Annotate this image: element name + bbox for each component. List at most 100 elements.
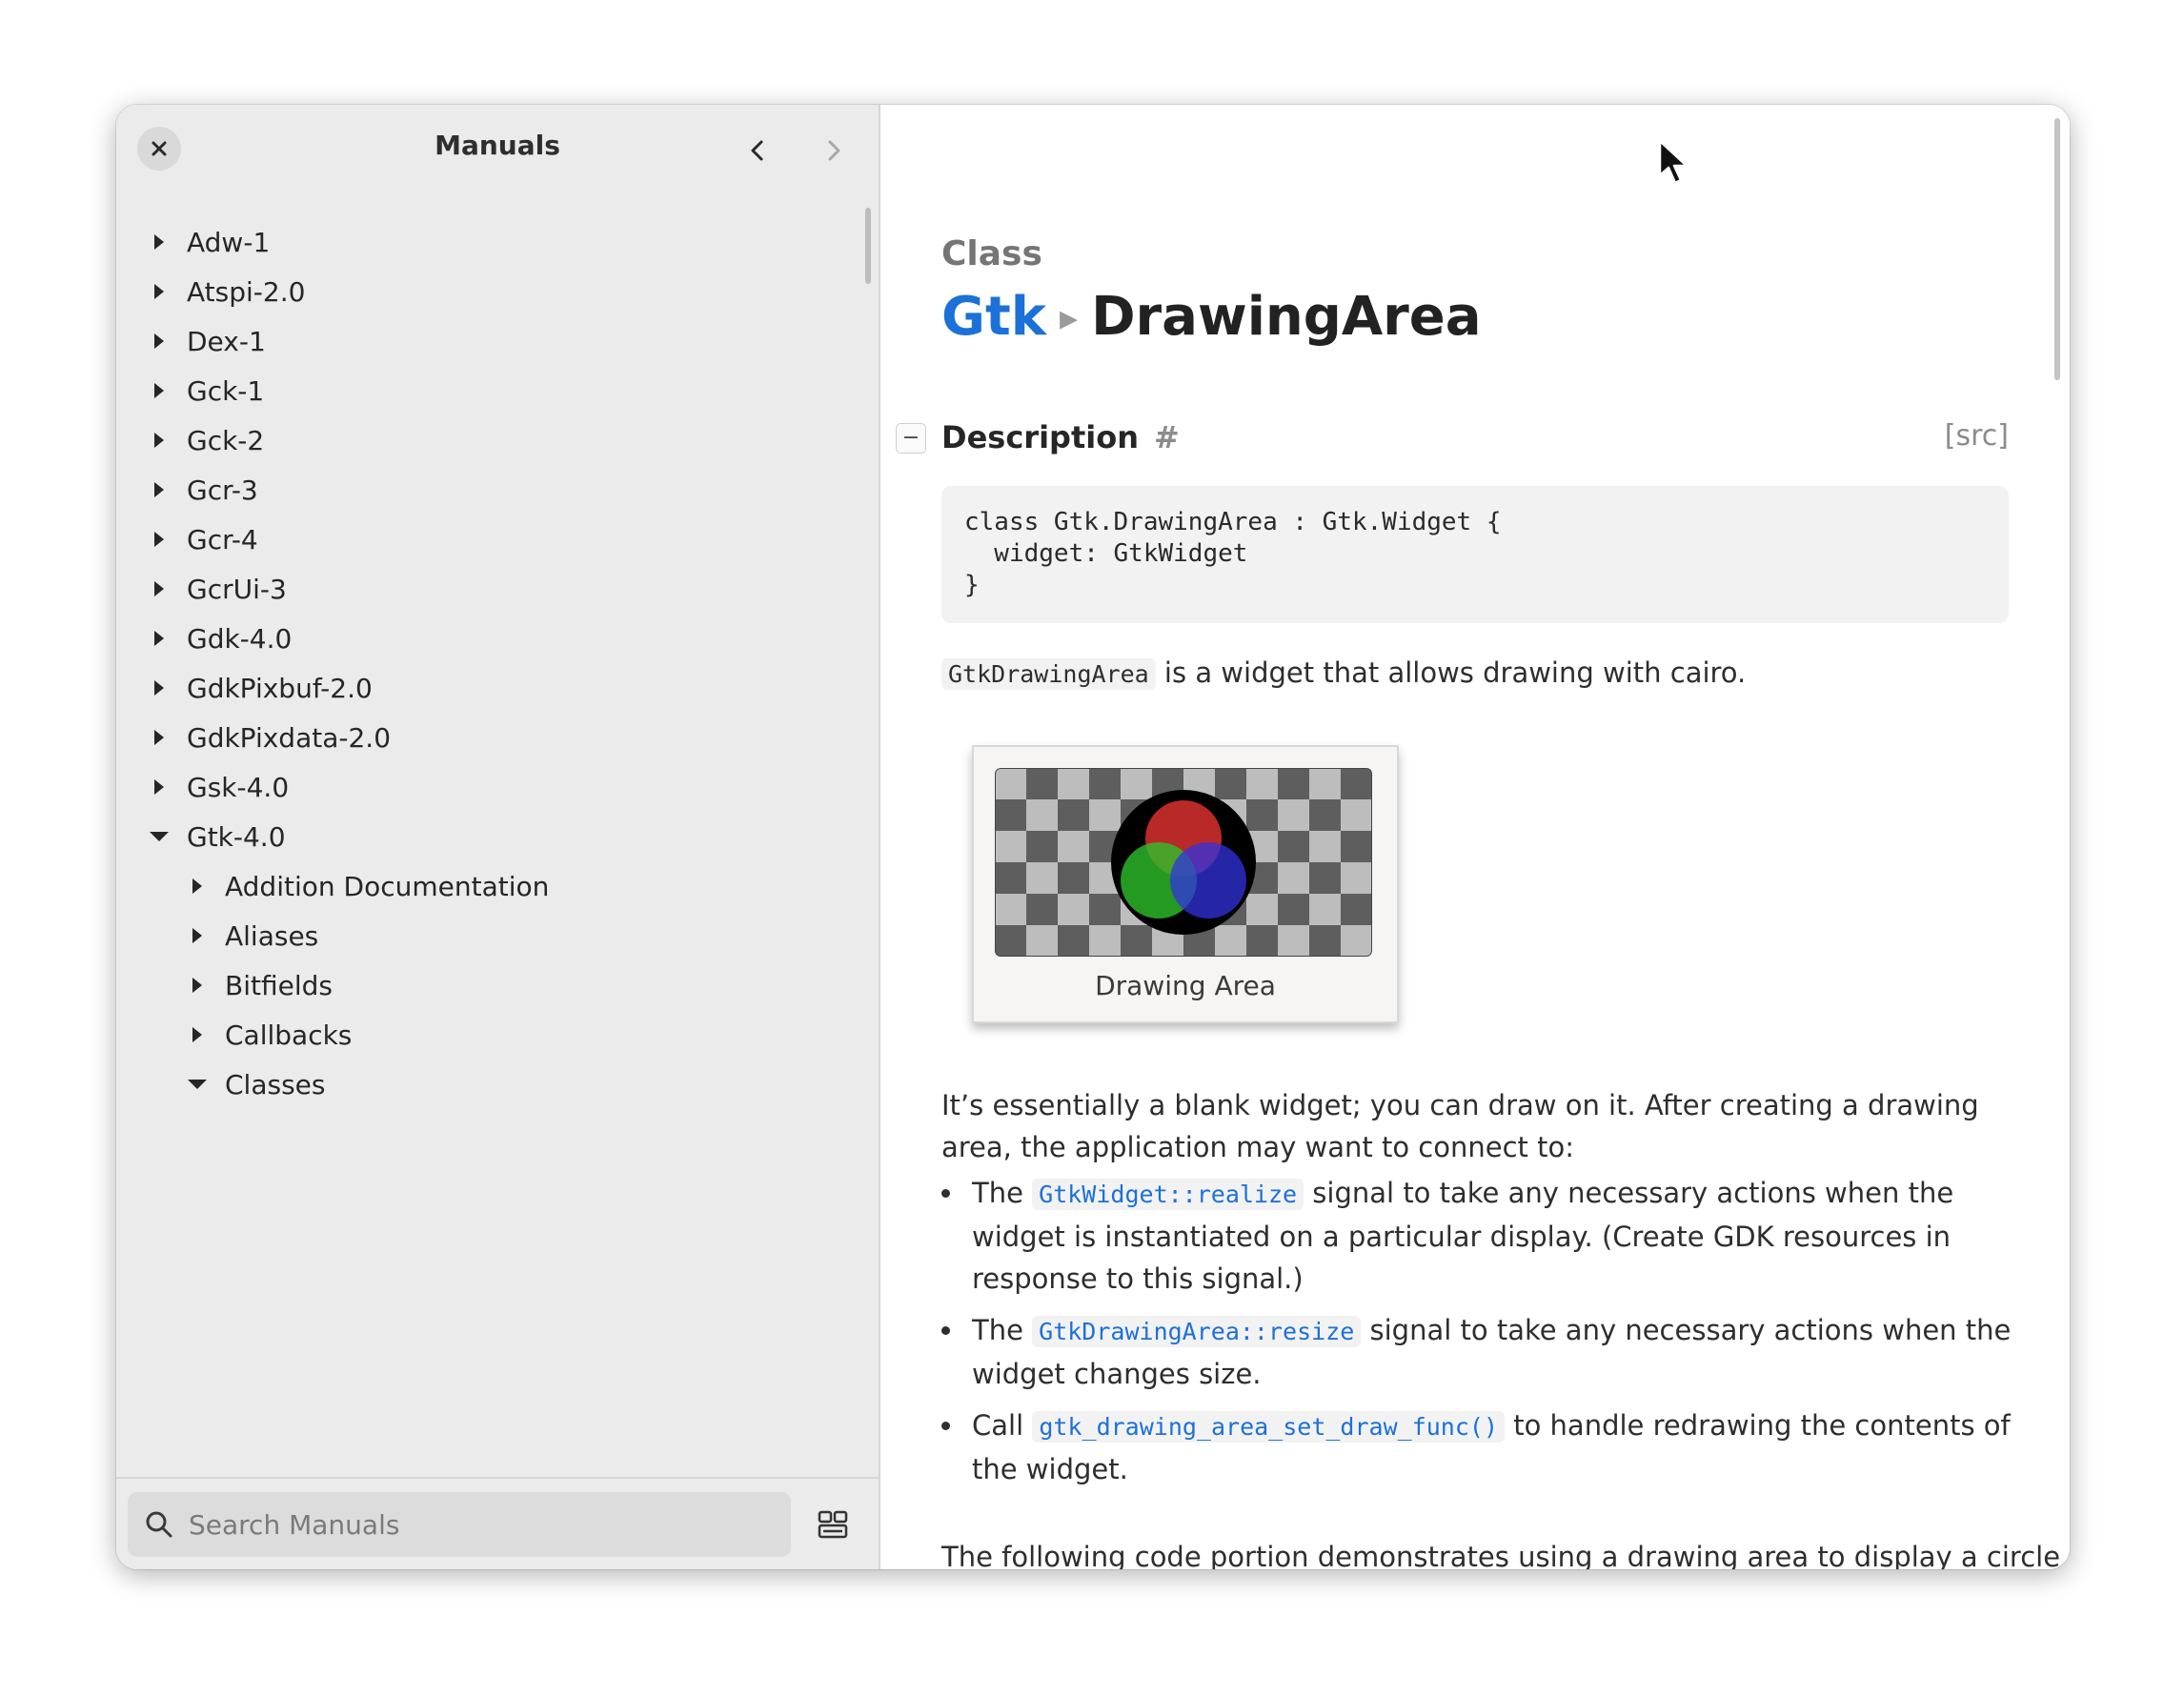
tree-item-label: Bitfields (225, 969, 333, 1001)
tree-item[interactable]: Addition Documentation (183, 858, 549, 915)
tree-item-label: Aliases (225, 919, 319, 952)
tree-item[interactable]: Bitfields (183, 957, 333, 1014)
tree-item[interactable]: Gcr-4 (145, 511, 258, 568)
expander-right-icon[interactable] (183, 1020, 212, 1049)
tree-item[interactable]: Gcr-3 (145, 461, 258, 518)
expander-right-icon[interactable] (145, 277, 173, 306)
class-name: DrawingArea (1091, 286, 1482, 348)
forward-button[interactable] (810, 128, 856, 173)
sidebar-scrollbar[interactable] (865, 208, 871, 284)
chevron-right-icon (828, 140, 840, 161)
tree-item-label: Gck-2 (187, 424, 265, 456)
layout-toggle-button[interactable] (812, 1504, 854, 1545)
expander-right-icon[interactable] (145, 228, 173, 256)
tree-item-label: Gtk-4.0 (187, 820, 286, 853)
breadcrumb-separator: ▸ (1059, 295, 1079, 338)
tree-item[interactable]: GcrUi-3 (145, 560, 287, 617)
expander-right-icon[interactable] (145, 475, 173, 504)
expander-right-icon[interactable] (145, 327, 173, 355)
tree-item-label: Gcr-4 (187, 523, 258, 555)
tree-item-label: Gdk-4.0 (187, 622, 293, 655)
tree-item-label: Gcr-3 (187, 474, 258, 506)
tree-item[interactable]: Adw-1 (145, 213, 270, 271)
expander-right-icon[interactable] (145, 525, 173, 554)
api-link[interactable]: GtkDrawingArea::resize (1032, 1316, 1362, 1347)
figure-caption: Drawing Area (1095, 970, 1276, 1001)
paragraph: It’s essentially a blank widget; you can… (941, 1089, 1979, 1163)
section-title: Description # (941, 419, 1180, 455)
expander-right-icon[interactable] (145, 723, 173, 752)
expander-right-icon[interactable] (145, 426, 173, 454)
drawing-area-figure: Drawing Area (972, 745, 1399, 1023)
intro-paragraph: GtkDrawingArea is a widget that allows d… (941, 652, 2018, 696)
signal-list: The GtkWidget::realize signal to take an… (941, 1172, 2018, 1500)
tree-item-label: Gsk-4.0 (187, 771, 290, 803)
tree-item-label: Callbacks (225, 1019, 353, 1051)
expander-right-icon[interactable] (145, 674, 173, 702)
page-title: Gtk ▸ DrawingArea (941, 286, 1482, 348)
tree-item-label: GdkPixdata-2.0 (187, 721, 392, 754)
sidebar-header: Manuals (116, 105, 879, 192)
list-item: The GtkWidget::realize signal to take an… (941, 1172, 2018, 1300)
expander-right-icon[interactable] (183, 971, 212, 999)
paragraph: The following code portion demonstrates … (941, 1541, 2070, 1569)
search-icon (146, 1511, 172, 1538)
sidebar: Manuals Adw-1 Atspi-2.0 Dex-1 Gck-1 Gck-… (116, 105, 880, 1569)
mouse-pointer-icon (1658, 139, 1689, 185)
section-title-text: Description (941, 419, 1139, 455)
tree-item[interactable]: GdkPixbuf-2.0 (145, 659, 373, 717)
list-item-text: Call (972, 1409, 1033, 1442)
tree-item[interactable]: Dex-1 (145, 313, 266, 370)
tree-item-label: Atspi-2.0 (187, 275, 306, 308)
content-scrollbar[interactable] (2054, 118, 2060, 380)
api-link[interactable]: GtkWidget::realize (1032, 1179, 1304, 1210)
list-item-text: The (972, 1177, 1033, 1209)
tree-item[interactable]: Callbacks (183, 1006, 352, 1063)
tree-item[interactable]: Aliases (183, 907, 318, 964)
expander-down-icon[interactable] (145, 822, 173, 851)
code-block: class Gtk.DrawingArea : Gtk.Widget { wid… (941, 486, 2009, 623)
symbol-kind: Class (941, 234, 1042, 273)
tree-item[interactable]: Gsk-4.0 (145, 758, 289, 816)
tree-item-label: Classes (225, 1068, 326, 1100)
tree-item-expanded[interactable]: Gtk-4.0 (145, 808, 286, 865)
expander-right-icon[interactable] (183, 921, 212, 950)
tree-item-label: GcrUi-3 (187, 573, 287, 605)
tree-item-label: Adw-1 (187, 226, 271, 258)
tree-item-label: GdkPixbuf-2.0 (187, 672, 373, 704)
list-item-text: The (972, 1314, 1033, 1346)
content-view: Class Gtk ▸ DrawingArea − Description # … (880, 105, 2070, 1569)
list-item: The GtkDrawingArea::resize signal to tak… (941, 1309, 2018, 1395)
section-collapse-button[interactable]: − (896, 423, 926, 454)
rgb-circles-image (1111, 790, 1256, 935)
source-link[interactable]: [src] (1945, 419, 2009, 453)
search-box[interactable] (128, 1492, 791, 1557)
namespace-link[interactable]: Gtk (941, 286, 1046, 348)
search-input[interactable] (187, 1507, 762, 1542)
inline-code: GtkDrawingArea (941, 658, 1156, 690)
manuals-tree: Adw-1 Atspi-2.0 Dex-1 Gck-1 Gck-2 Gcr-3 … (116, 192, 869, 1477)
view-layout-icon (818, 1510, 848, 1539)
tree-item[interactable]: Gck-2 (145, 412, 264, 469)
expander-right-icon[interactable] (145, 773, 173, 801)
tree-item[interactable]: Gck-1 (145, 362, 264, 419)
list-item: Call gtk_drawing_area_set_draw_func() to… (941, 1404, 2018, 1490)
tree-item[interactable]: Atspi-2.0 (145, 263, 305, 320)
api-link[interactable]: gtk_drawing_area_set_draw_func() (1032, 1411, 1505, 1443)
expander-right-icon[interactable] (145, 376, 173, 405)
sidebar-footer (116, 1477, 879, 1569)
tree-item[interactable]: Gdk-4.0 (145, 610, 292, 667)
tree-item[interactable]: GdkPixdata-2.0 (145, 709, 391, 766)
expander-right-icon[interactable] (183, 872, 212, 900)
tree-item-label: Addition Documentation (225, 870, 550, 902)
expander-down-icon[interactable] (183, 1070, 212, 1099)
chevron-left-icon (751, 140, 763, 161)
section-anchor-link[interactable]: # (1154, 419, 1180, 455)
tree-item-expanded[interactable]: Classes (183, 1056, 325, 1113)
expander-right-icon[interactable] (145, 575, 173, 603)
checkerboard-canvas (995, 768, 1372, 957)
app-window: Manuals Adw-1 Atspi-2.0 Dex-1 Gck-1 Gck-… (116, 105, 2070, 1569)
back-button[interactable] (736, 128, 781, 173)
tree-item-label: Gck-1 (187, 374, 265, 407)
expander-right-icon[interactable] (145, 624, 173, 653)
